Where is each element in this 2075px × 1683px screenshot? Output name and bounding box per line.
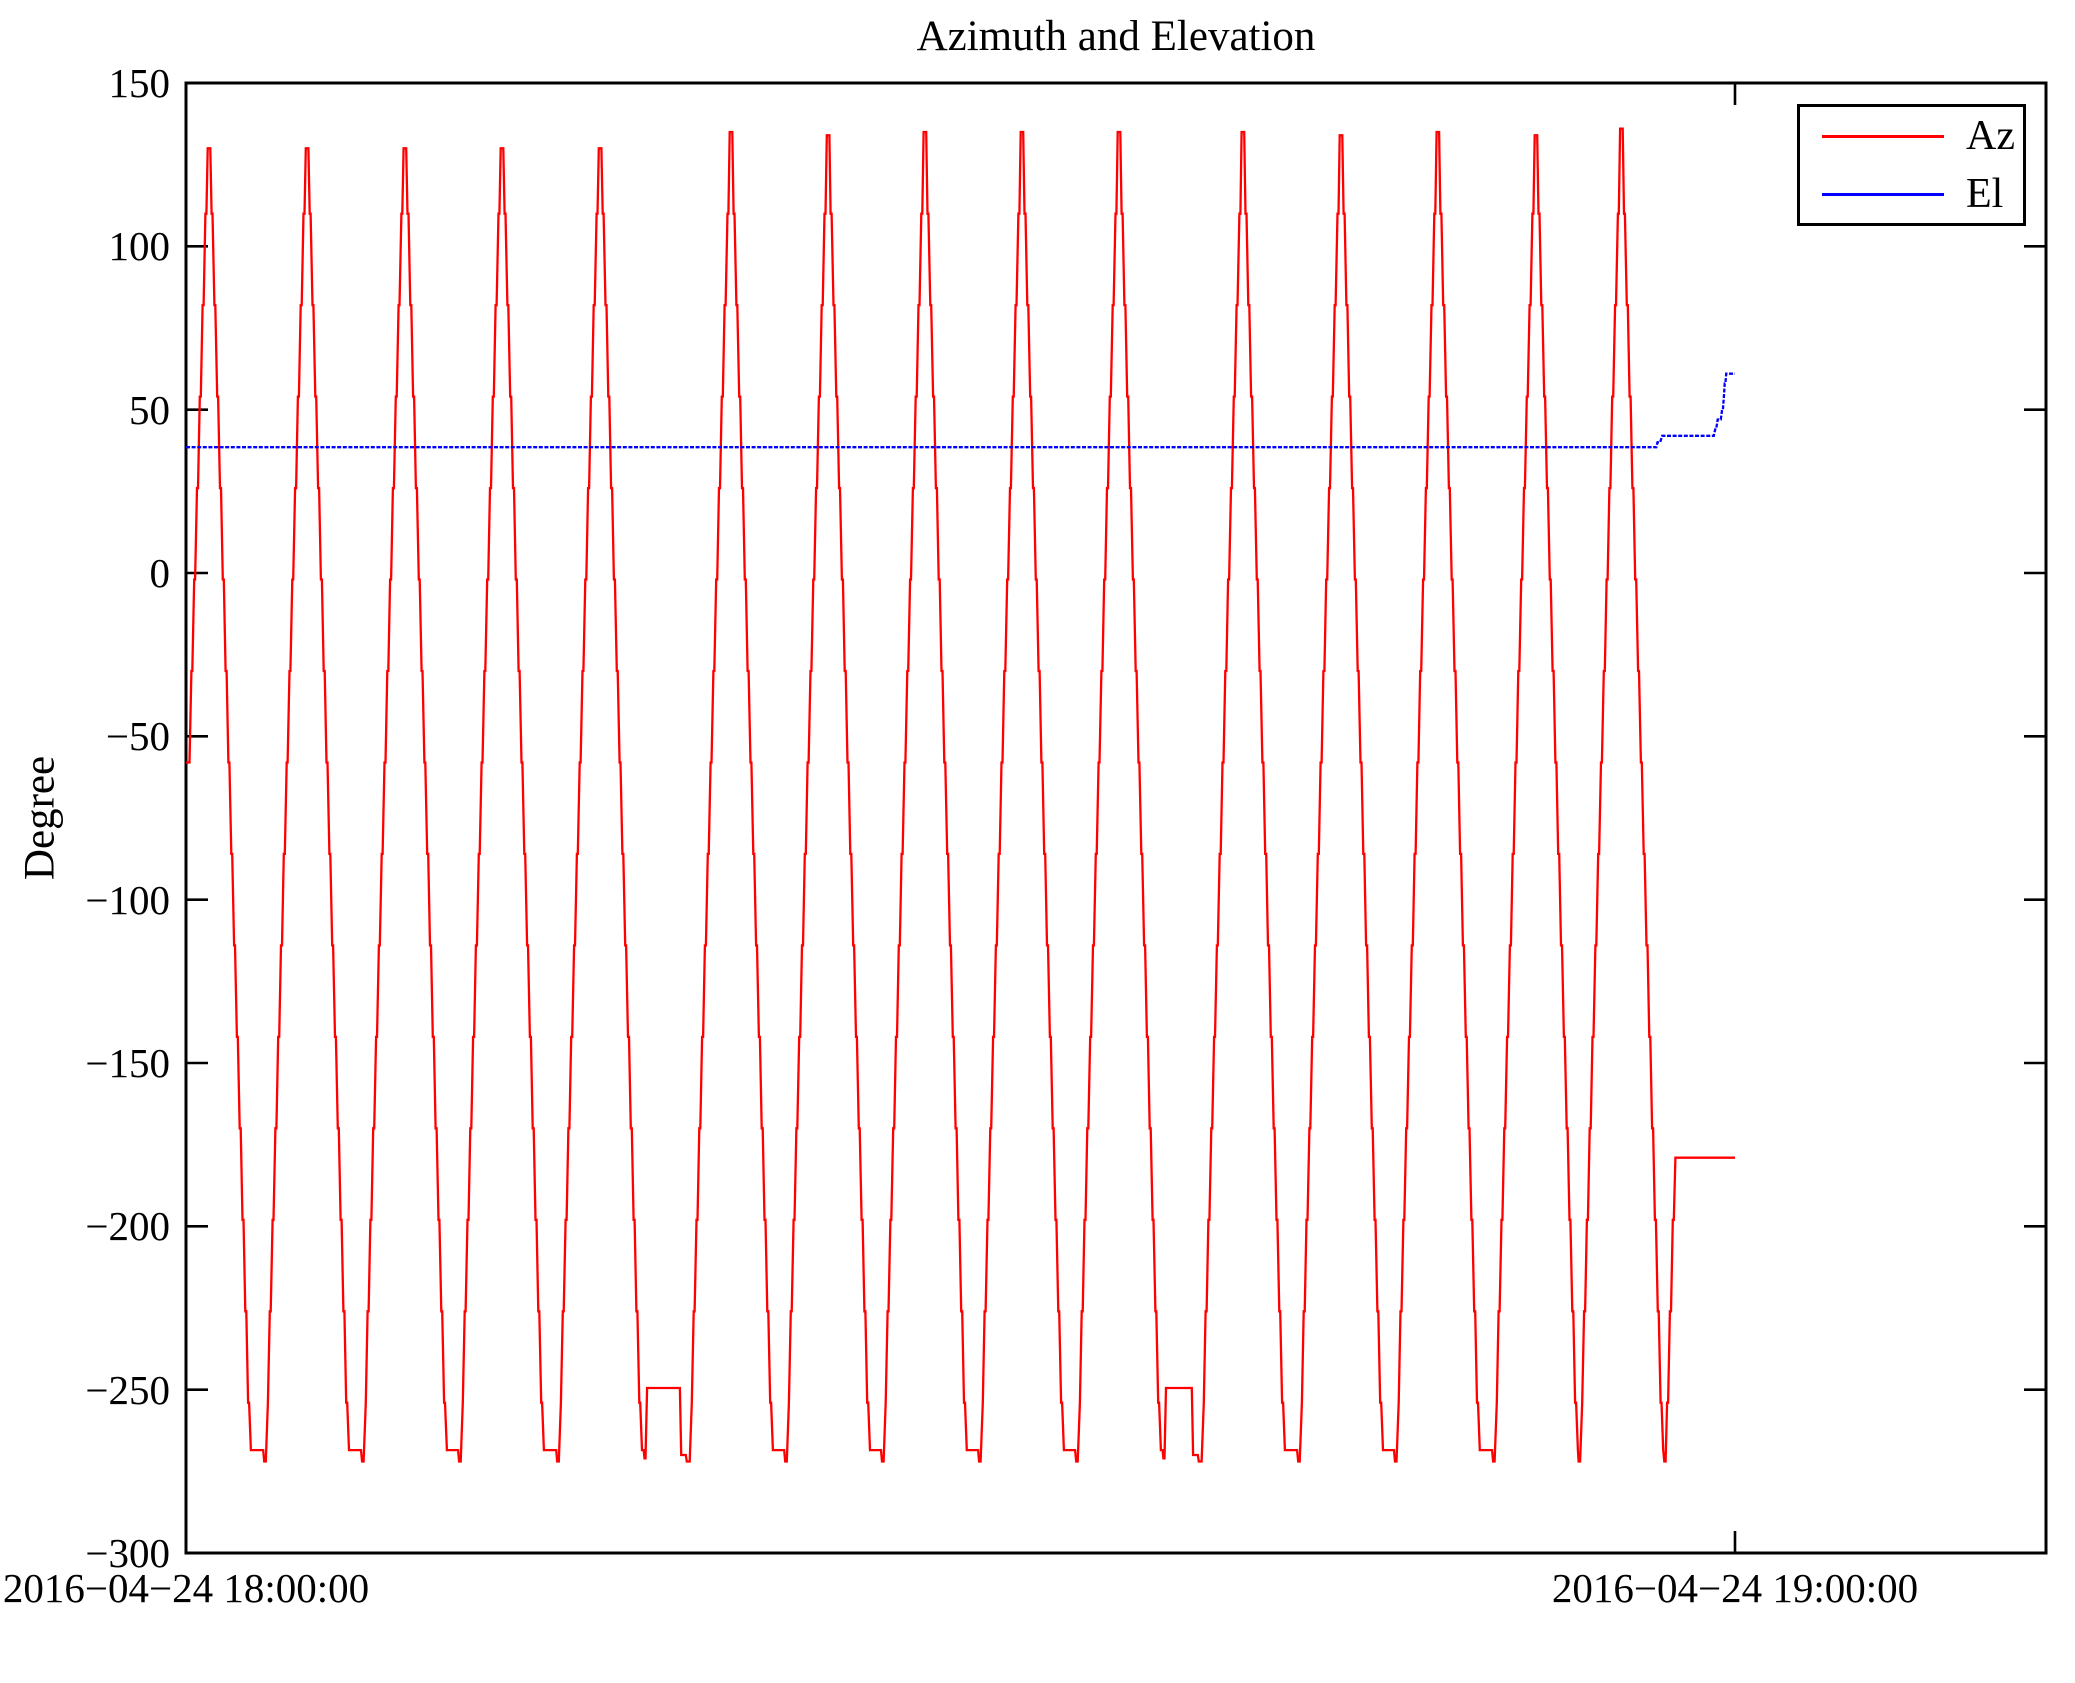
legend-row-az: Az [1800, 107, 2023, 165]
az-line [186, 127, 1735, 1463]
y-tick-label-0: 0 [149, 550, 171, 596]
y-tick-label--150: −150 [85, 1040, 170, 1086]
y-tick-label--50: −50 [105, 713, 170, 759]
y-tick-label--200: −200 [85, 1203, 170, 1249]
legend-label-el: El [1966, 171, 2004, 217]
y-tick-label-100: 100 [108, 223, 171, 269]
legend-row-el: El [1800, 165, 2023, 223]
y-tick-label-50: 50 [129, 387, 170, 433]
legend-box: Az El [1797, 104, 2026, 226]
chart-title: Azimuth and Elevation [916, 13, 1316, 60]
el-line-sample [1822, 192, 1944, 196]
y-tick-label--250: −250 [85, 1367, 170, 1413]
y-tick-label-150: 150 [108, 60, 171, 106]
y-axis-label: Degree [16, 755, 64, 881]
legend-label-az: Az [1966, 113, 2015, 159]
az-line-sample [1822, 134, 1944, 138]
el-line [186, 372, 1735, 449]
plot-canvas [184, 81, 2048, 1555]
azimuth-elevation-chart: Azimuth and Elevation Degree 150 100 50 … [0, 0, 2075, 1683]
series-group [186, 127, 1735, 1463]
y-tick-label--100: −100 [85, 877, 170, 923]
x-tick-label-1900: 2016−04−24 19:00:00 [1551, 1565, 1919, 1611]
x-tick-label-1800: 2016−04−24 18:00:00 [2, 1565, 370, 1611]
